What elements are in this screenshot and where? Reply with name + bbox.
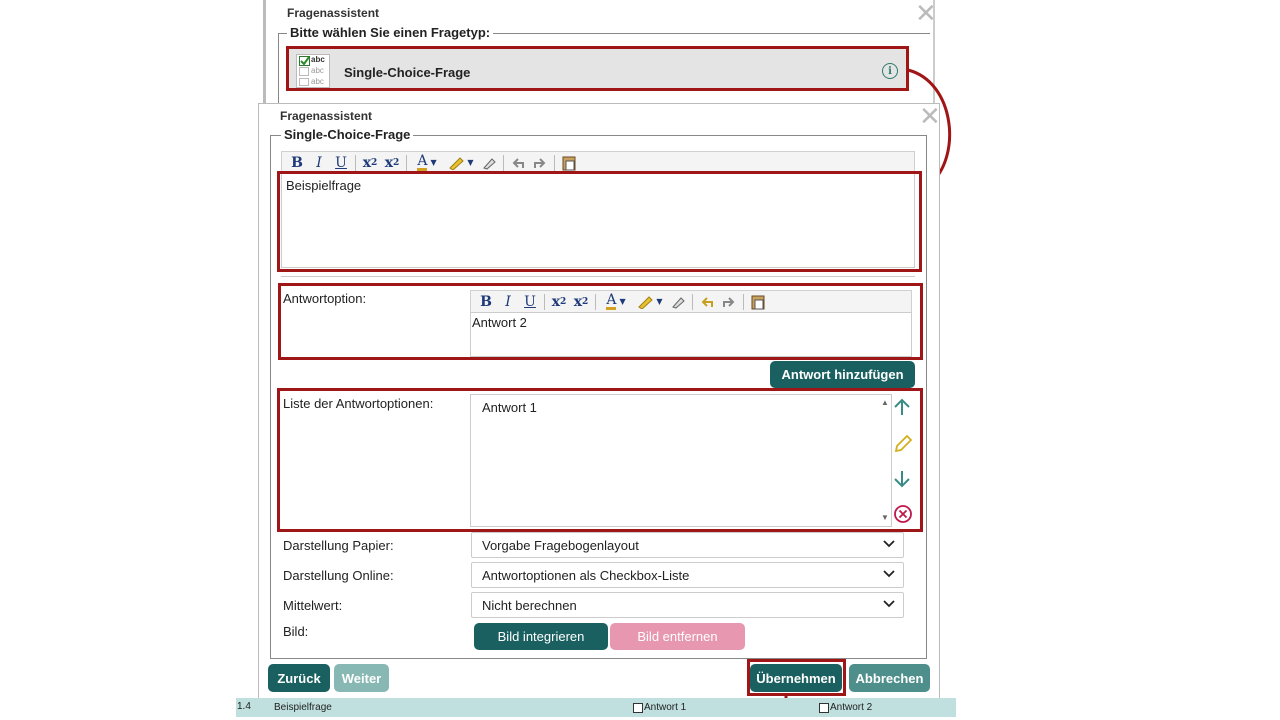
fieldset-legend: Single-Choice-Frage <box>281 127 414 142</box>
highlight-answer-list <box>277 388 923 532</box>
question-number: 1.4 <box>237 701 251 712</box>
highlight-answer-option <box>278 283 923 360</box>
undo-icon[interactable] <box>507 153 529 173</box>
bold-icon[interactable]: B <box>286 153 308 173</box>
scroll-edge <box>263 0 266 103</box>
redo-icon[interactable] <box>529 153 551 173</box>
highlight-apply <box>747 659 846 696</box>
highlight-icon[interactable]: ▼ <box>444 153 478 173</box>
option-checkbox[interactable] <box>819 703 829 713</box>
paper-display-label: Darstellung Papier: <box>283 538 394 553</box>
chevron-down-icon <box>883 600 895 608</box>
close-icon[interactable]: ✕ <box>919 103 941 129</box>
subscript-icon[interactable]: x2 <box>359 153 381 173</box>
bg-dialog-title: Fragenassistent <box>287 6 380 20</box>
underline-icon[interactable]: U <box>330 153 352 173</box>
question-text-preview: Beispielfrage <box>274 702 332 713</box>
background-dialog: Fragenassistent ✕ Bitte wählen Sie einen… <box>263 0 937 103</box>
add-answer-button[interactable]: Antwort hinzufügen <box>770 361 915 388</box>
back-button[interactable]: Zurück <box>268 664 330 692</box>
option-2-label: Antwort 2 <box>830 702 873 713</box>
mean-value-value: Nicht berechnen <box>482 598 577 613</box>
question-editor-toolbar: B I U x2 x2 A ▼ ▼ <box>281 151 915 173</box>
remove-image-button[interactable]: Bild entfernen <box>610 623 745 650</box>
integrate-image-button[interactable]: Bild integrieren <box>474 623 608 650</box>
fieldset-legend: Bitte wählen Sie einen Fragetyp: <box>287 25 494 40</box>
question-wizard-dialog: Fragenassistent ✕ Single-Choice-Frage B … <box>258 103 941 700</box>
online-display-label: Darstellung Online: <box>283 568 394 583</box>
paper-display-value: Vorgabe Fragebogenlayout <box>482 538 639 553</box>
highlight-question-type <box>286 46 909 91</box>
paste-icon[interactable] <box>558 153 580 173</box>
highlight-question-text <box>277 171 922 272</box>
dialog-title: Fragenassistent <box>280 109 373 123</box>
online-display-value: Antwortoptionen als Checkbox-Liste <box>482 568 690 583</box>
divider <box>281 276 915 277</box>
clear-format-icon[interactable] <box>478 153 500 173</box>
mean-value-select[interactable]: Nicht berechnen <box>471 592 904 618</box>
online-display-select[interactable]: Antwortoptionen als Checkbox-Liste <box>471 562 904 588</box>
preview-row: 1.4 Beispielfrage Antwort 1 Antwort 2 <box>236 698 956 717</box>
chevron-down-icon <box>883 570 895 578</box>
paper-display-select[interactable]: Vorgabe Fragebogenlayout <box>471 532 904 558</box>
text-color-icon[interactable]: A ▼ <box>410 153 444 173</box>
next-button[interactable]: Weiter <box>334 664 389 692</box>
superscript-icon[interactable]: x2 <box>381 153 403 173</box>
chevron-down-icon <box>883 540 895 548</box>
mean-value-label: Mittelwert: <box>283 598 343 613</box>
close-icon[interactable]: ✕ <box>915 0 937 26</box>
option-1-label: Antwort 1 <box>644 702 687 713</box>
cancel-button[interactable]: Abbrechen <box>849 664 930 692</box>
option-checkbox[interactable] <box>633 703 643 713</box>
fieldset-border-left <box>278 33 279 103</box>
italic-icon[interactable]: I <box>308 153 330 173</box>
image-label: Bild: <box>283 624 309 639</box>
